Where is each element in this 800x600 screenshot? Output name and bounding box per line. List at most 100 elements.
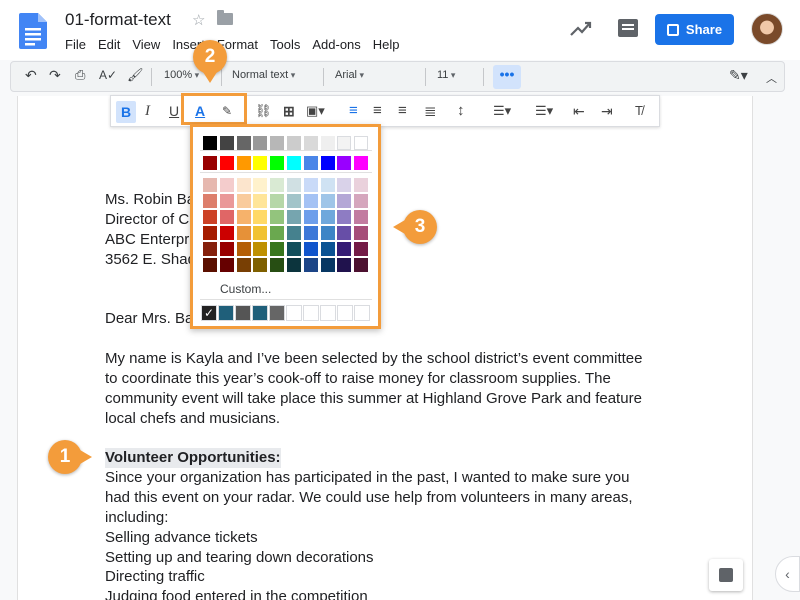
color-swatch[interactable] [270, 226, 285, 240]
color-swatch[interactable] [219, 156, 234, 170]
color-swatch[interactable] [287, 226, 301, 240]
align-left-icon[interactable]: ≡ [349, 102, 358, 119]
color-swatch[interactable] [303, 242, 318, 256]
justify-icon[interactable]: ≣ [424, 102, 437, 120]
color-swatch[interactable] [337, 210, 352, 224]
color-swatch[interactable] [337, 136, 352, 150]
custom-color-button[interactable]: Custom... [220, 282, 271, 296]
color-swatch[interactable] [354, 136, 369, 150]
docs-logo-icon[interactable] [19, 13, 47, 49]
color-swatch[interactable] [320, 156, 335, 170]
star-icon[interactable]: ☆ [192, 11, 205, 29]
paint-format-icon[interactable]: 🖌 [127, 67, 144, 83]
line-spacing-icon[interactable]: ↕ [457, 102, 465, 119]
color-swatch[interactable] [236, 156, 251, 170]
color-swatch[interactable] [270, 242, 285, 256]
color-swatch[interactable] [253, 178, 268, 192]
color-swatch[interactable] [320, 136, 335, 150]
color-swatch[interactable] [303, 156, 318, 170]
menu-help[interactable]: Help [373, 37, 400, 52]
color-swatch[interactable] [219, 210, 234, 224]
menu-view[interactable]: View [132, 37, 160, 52]
color-swatch[interactable] [287, 210, 301, 224]
color-swatch[interactable] [337, 194, 352, 208]
color-swatch[interactable] [253, 226, 268, 240]
bulleted-list-icon[interactable]: ☰▾ [535, 103, 553, 119]
folder-icon[interactable] [217, 10, 233, 25]
color-swatch[interactable] [303, 226, 318, 240]
color-swatch[interactable] [236, 226, 251, 240]
color-swatch[interactable] [253, 136, 268, 150]
color-swatch[interactable] [337, 178, 352, 192]
color-swatch[interactable] [354, 178, 369, 192]
print-icon[interactable]: ⎙ [75, 67, 85, 83]
color-swatch[interactable] [270, 156, 285, 170]
clear-formatting-icon[interactable]: T̸ [635, 103, 643, 118]
recent-color[interactable] [235, 305, 251, 321]
color-swatch[interactable] [270, 210, 285, 224]
color-swatch[interactable] [253, 194, 268, 208]
color-swatch[interactable] [270, 178, 285, 192]
italic-button[interactable]: I [145, 103, 150, 120]
underline-button[interactable]: U [169, 103, 179, 119]
user-avatar[interactable] [751, 13, 783, 45]
color-swatch[interactable] [203, 242, 217, 256]
color-swatch[interactable] [236, 210, 251, 224]
decrease-indent-icon[interactable]: ⇤ [573, 103, 585, 120]
color-swatch[interactable] [203, 178, 217, 192]
color-swatch[interactable] [219, 178, 234, 192]
color-swatch[interactable] [287, 194, 301, 208]
activity-dashboard-icon[interactable] [570, 20, 592, 38]
color-swatch[interactable] [203, 226, 217, 240]
color-swatch[interactable] [320, 242, 335, 256]
color-swatch[interactable] [219, 194, 234, 208]
color-swatch[interactable] [287, 178, 301, 192]
spellcheck-icon[interactable]: A✓ [99, 68, 117, 82]
menu-file[interactable]: File [65, 37, 86, 52]
color-swatch[interactable] [320, 226, 335, 240]
color-swatch[interactable] [236, 194, 251, 208]
link-icon[interactable]: ⛓ [255, 103, 272, 119]
color-swatch[interactable] [337, 156, 352, 170]
color-swatch[interactable] [219, 136, 234, 150]
color-swatch[interactable] [337, 258, 352, 272]
menu-edit[interactable]: Edit [98, 37, 120, 52]
recent-color[interactable] [252, 305, 268, 321]
recent-color-selected[interactable]: ✓ [201, 305, 217, 321]
color-swatch[interactable] [303, 258, 318, 272]
more-options-button[interactable]: ••• [493, 65, 521, 89]
color-swatch[interactable] [219, 258, 234, 272]
color-swatch[interactable] [354, 156, 369, 170]
align-right-icon[interactable]: ≡ [398, 102, 407, 119]
style-select[interactable]: Normal text [232, 69, 295, 81]
color-swatch[interactable] [354, 226, 369, 240]
color-swatch[interactable] [303, 194, 318, 208]
color-swatch[interactable] [287, 242, 301, 256]
explore-icon[interactable] [709, 559, 743, 591]
color-swatch[interactable] [320, 178, 335, 192]
color-swatch[interactable] [337, 242, 352, 256]
color-swatch[interactable] [253, 210, 268, 224]
color-swatch[interactable] [303, 136, 318, 150]
color-swatch[interactable] [253, 156, 268, 170]
color-swatch[interactable] [236, 258, 251, 272]
recent-color[interactable] [269, 305, 285, 321]
color-swatch[interactable] [320, 194, 335, 208]
color-swatch[interactable] [219, 242, 234, 256]
color-swatch[interactable] [303, 210, 318, 224]
editing-mode-icon[interactable]: ✎▾ [729, 67, 748, 84]
color-swatch[interactable] [219, 226, 234, 240]
add-comment-icon[interactable]: ⊞ [283, 103, 295, 120]
color-swatch[interactable] [236, 178, 251, 192]
color-swatch[interactable] [320, 210, 335, 224]
menu-addons[interactable]: Add-ons [312, 37, 360, 52]
zoom-select[interactable]: 100% [164, 69, 199, 81]
color-swatch[interactable] [203, 136, 217, 150]
insert-image-icon[interactable]: ▣▾ [306, 103, 325, 119]
undo-icon[interactable]: ↶ [25, 67, 37, 84]
menu-tools[interactable]: Tools [270, 37, 300, 52]
collapse-icon[interactable]: ︿ [766, 70, 777, 86]
color-swatch[interactable] [236, 136, 251, 150]
color-swatch[interactable] [203, 194, 217, 208]
color-swatch[interactable] [354, 210, 369, 224]
